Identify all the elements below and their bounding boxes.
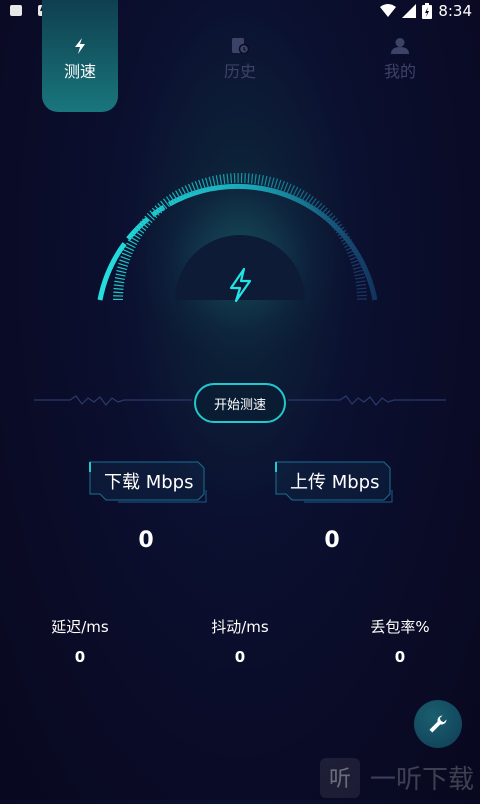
download-label: 下载 Mbps [104, 472, 194, 493]
svg-text:听: 听 [329, 767, 351, 792]
jitter-value: 0 [234, 648, 246, 666]
wave-line-left [34, 395, 192, 406]
latency-label: 延迟/ms [51, 618, 109, 636]
latency-value: 0 [74, 648, 86, 666]
speed-gauge [34, 173, 446, 406]
wave-line-right [288, 395, 446, 406]
start-test-button[interactable]: 开始测速 [194, 383, 286, 423]
upload-label: 上传 Mbps [290, 472, 380, 493]
packet-loss-label: 丢包率% [370, 618, 430, 636]
watermark-graphic: 听 一听下载 [320, 758, 474, 798]
upload-value: 0 [324, 528, 340, 553]
jitter-label: 抖动/ms [211, 618, 269, 636]
download-tag: 下载 Mbps [88, 460, 208, 503]
tools-button[interactable] [414, 700, 462, 748]
watermark-text: 一听下载 [370, 765, 474, 795]
download-value: 0 [138, 528, 154, 553]
watermark-logo: 听 一听下载 [318, 756, 480, 800]
wrench-icon [429, 715, 447, 733]
upload-tag: 上传 Mbps [274, 460, 394, 503]
packet-loss-value: 0 [394, 648, 406, 666]
